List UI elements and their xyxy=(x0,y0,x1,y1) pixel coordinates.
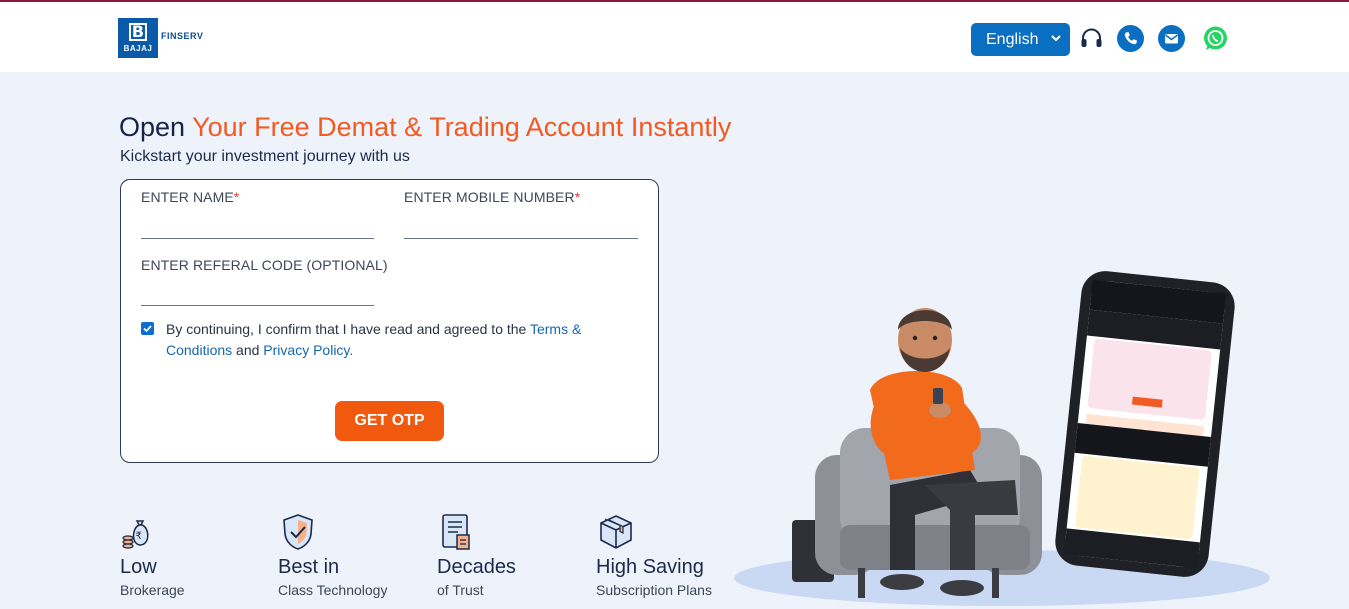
bajaj-finserv-logo[interactable]: B BAJAJ FINSERV xyxy=(118,18,218,58)
shield-check-icon xyxy=(283,514,313,550)
phone-icon[interactable] xyxy=(1117,25,1144,52)
feature-decades-trust: Decades of Trust xyxy=(437,512,516,598)
document-icon xyxy=(442,514,470,550)
feature-subtitle: Brokerage xyxy=(120,582,185,598)
package-icon xyxy=(600,515,632,549)
feature-title: Decades xyxy=(437,556,516,578)
name-underline xyxy=(141,238,374,239)
hero-illustration xyxy=(734,271,1270,606)
svg-text:₹: ₹ xyxy=(136,531,142,542)
feature-low-brokerage: ₹ Low Brokerage xyxy=(120,512,185,598)
privacy-link[interactable]: Privacy Policy. xyxy=(263,342,353,358)
name-input[interactable] xyxy=(141,210,374,236)
header: B BAJAJ FINSERV English xyxy=(0,2,1349,72)
feature-high-saving: High Saving Subscription Plans xyxy=(596,512,712,598)
feature-title: Best in xyxy=(278,556,340,578)
page-subtitle: Kickstart your investment journey with u… xyxy=(120,148,410,165)
language-select[interactable]: English xyxy=(971,23,1070,56)
headset-icon[interactable] xyxy=(1078,25,1105,52)
referral-underline xyxy=(141,305,374,306)
logo-mark: B BAJAJ xyxy=(118,18,158,58)
feature-subtitle: of Trust xyxy=(437,582,484,598)
feature-title: High Saving xyxy=(596,556,704,578)
feature-best-technology: Best in Class Technology xyxy=(278,512,387,598)
logo-brand-text: FINSERV xyxy=(161,31,204,41)
language-selected: English xyxy=(986,30,1039,48)
consent-text: By continuing, I confirm that I have rea… xyxy=(166,321,582,358)
feature-title: Low xyxy=(120,556,157,578)
referral-input[interactable] xyxy=(141,278,374,304)
title-prefix: Open xyxy=(119,112,186,142)
mobile-underline xyxy=(404,238,638,239)
title-accent: Your Free Demat & Trading Account Instan… xyxy=(192,112,732,142)
checkmark-icon xyxy=(143,325,152,333)
feature-subtitle: Subscription Plans xyxy=(596,582,712,598)
get-otp-button[interactable]: GET OTP xyxy=(335,401,444,441)
money-bag-icon: ₹ xyxy=(122,520,149,549)
page-title: Open Your Free Demat & Trading Account I… xyxy=(119,112,731,143)
consent-checkbox[interactable] xyxy=(141,322,154,335)
whatsapp-icon[interactable] xyxy=(1202,25,1229,52)
name-label: ENTER NAME* xyxy=(141,189,240,205)
mail-icon[interactable] xyxy=(1158,25,1185,52)
feature-subtitle: Class Technology xyxy=(278,582,388,598)
mobile-label: ENTER MOBILE NUMBER* xyxy=(404,189,581,205)
referral-label: ENTER REFERAL CODE (OPTIONAL) xyxy=(141,257,388,273)
mobile-input[interactable] xyxy=(404,210,638,236)
chevron-down-icon xyxy=(1051,35,1061,42)
